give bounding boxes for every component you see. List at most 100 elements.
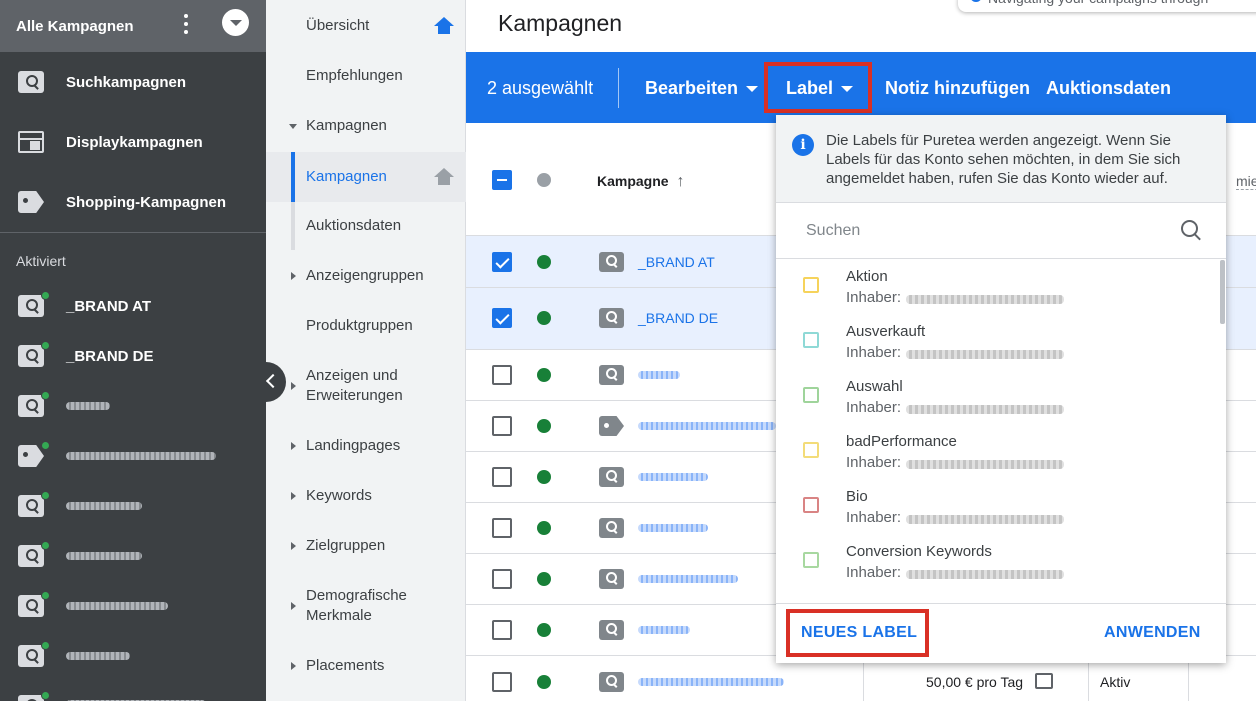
- nav-item-auction-insights[interactable]: Auktionsdaten: [266, 202, 466, 250]
- sidebar-campaign-redacted[interactable]: [0, 636, 266, 676]
- add-note-button[interactable]: Notiz hinzufügen: [885, 78, 1030, 99]
- redacted-text: [638, 575, 738, 583]
- campaign-sidebar: Alle Kampagnen Suchkampagnen Displaykamp…: [0, 0, 266, 701]
- label-checkbox[interactable]: [803, 332, 819, 348]
- label-checkbox[interactable]: [803, 277, 819, 293]
- nav-item-ad-groups[interactable]: Anzeigengruppen: [266, 266, 466, 286]
- status-enabled-dot: [41, 391, 50, 400]
- display-icon: [18, 131, 44, 153]
- sidebar-item-display-campaigns[interactable]: Displaykampagnen: [0, 122, 266, 162]
- nav-item-recommendations[interactable]: Empfehlungen: [266, 66, 466, 86]
- label-option-aktion[interactable]: Aktion Inhaber:: [776, 260, 1216, 315]
- redacted-text: [906, 570, 1064, 579]
- caret-down-icon: [746, 86, 759, 93]
- row-checkbox[interactable]: [492, 365, 512, 385]
- auction-insights-button[interactable]: Auktionsdaten: [1046, 78, 1171, 99]
- edit-button[interactable]: Bearbeiten: [645, 78, 759, 99]
- sidebar-campaign-redacted[interactable]: [0, 686, 266, 701]
- label-checkbox[interactable]: [803, 552, 819, 568]
- nav-item-overview[interactable]: Übersicht: [266, 16, 466, 36]
- status-enabled-dot: [41, 291, 50, 300]
- expand-right-icon: [291, 662, 296, 670]
- label-list-scrollbar[interactable]: [1220, 260, 1225, 324]
- sidebar-campaign-redacted[interactable]: [0, 386, 266, 426]
- label-option-ausverkauft[interactable]: Ausverkauft Inhaber:: [776, 315, 1216, 370]
- nav-item-label: Placements: [306, 657, 385, 674]
- nav-item-campaigns-group[interactable]: Kampagnen: [266, 116, 466, 136]
- sort-arrow-up-icon: ↑: [676, 173, 685, 190]
- tag-icon: [599, 416, 624, 436]
- expand-down-icon: [289, 124, 297, 129]
- label-option-badperformance[interactable]: badPerformance Inhaber:: [776, 425, 1216, 480]
- label-option-auswahl[interactable]: Auswahl Inhaber:: [776, 370, 1216, 425]
- redacted-text: [66, 552, 142, 560]
- home-icon[interactable]: [434, 168, 454, 186]
- column-header-campaign[interactable]: Kampagne ↑: [597, 173, 684, 191]
- guide-toast[interactable]: Navigating your campaigns through: [958, 0, 1256, 12]
- nav-item-label: Empfehlungen: [306, 67, 403, 84]
- budget-chart-icon[interactable]: [1035, 673, 1053, 689]
- label-search-input[interactable]: [806, 219, 1166, 243]
- campaign-link[interactable]: _BRAND AT: [638, 254, 715, 270]
- sidebar-item-search-campaigns[interactable]: Suchkampagnen: [0, 62, 266, 102]
- row-checkbox[interactable]: [492, 620, 512, 640]
- redacted-text: [638, 678, 784, 686]
- sidebar-item-shopping-campaigns[interactable]: Shopping-Kampagnen: [0, 182, 266, 222]
- search-icon: [599, 365, 624, 385]
- label-owner: Inhaber:: [846, 399, 902, 416]
- sidebar-campaign-brand-at[interactable]: _BRAND AT: [0, 286, 266, 326]
- sidebar-campaign-brand-de[interactable]: _BRAND DE: [0, 336, 266, 376]
- select-all-checkbox[interactable]: [492, 170, 512, 190]
- label-option-conversion-keywords[interactable]: Conversion Keywords Inhaber:: [776, 535, 1216, 590]
- label-checkbox[interactable]: [803, 497, 819, 513]
- label-checkbox[interactable]: [803, 387, 819, 403]
- row-checkbox[interactable]: [492, 518, 512, 538]
- nav-item-product-groups[interactable]: Produktgruppen: [266, 316, 466, 336]
- label-checkbox[interactable]: [803, 442, 819, 458]
- campaign-link[interactable]: _BRAND DE: [638, 310, 718, 326]
- status-column-icon: [537, 173, 551, 187]
- status-enabled-dot: [41, 341, 50, 350]
- redacted-text: [638, 524, 708, 532]
- redacted-text: [906, 405, 1064, 414]
- status-enabled-dot: [41, 591, 50, 600]
- highlight-box: [764, 62, 872, 113]
- more-vert-icon[interactable]: [180, 12, 192, 36]
- label-name: Ausverkauft: [846, 323, 926, 340]
- expand-right-icon: [291, 442, 296, 450]
- redacted-text: [638, 473, 708, 481]
- search-icon: [18, 495, 44, 517]
- row-checkbox[interactable]: [492, 569, 512, 589]
- row-checkbox[interactable]: [492, 467, 512, 487]
- nav-item-demographics[interactable]: Demografische Merkmale: [266, 586, 466, 626]
- search-icon[interactable]: [1180, 219, 1204, 243]
- nav-item-ads-extensions[interactable]: Anzeigen und Erweiterungen: [266, 366, 466, 406]
- row-checkbox[interactable]: [492, 416, 512, 436]
- sidebar-campaign-redacted[interactable]: [0, 486, 266, 526]
- label-option-bio[interactable]: Bio Inhaber:: [776, 480, 1216, 535]
- column-header-truncated[interactable]: mier: [1236, 173, 1256, 190]
- label-name: Aktion: [846, 268, 888, 285]
- nav-item-placements[interactable]: Placements: [266, 656, 466, 676]
- status-enabled-dot: [537, 521, 551, 535]
- row-checkbox[interactable]: [492, 252, 512, 272]
- label-search: [776, 203, 1226, 259]
- row-checkbox[interactable]: [492, 308, 512, 328]
- nav-item-landing-pages[interactable]: Landingpages: [266, 436, 466, 456]
- dropdown-circle-icon[interactable]: [222, 9, 249, 36]
- sidebar-campaign-redacted[interactable]: [0, 536, 266, 576]
- nav-item-campaigns[interactable]: Kampagnen: [266, 152, 466, 202]
- nav-item-label: Landingpages: [306, 437, 401, 454]
- search-icon: [599, 252, 624, 272]
- nav-item-keywords[interactable]: Keywords: [266, 486, 466, 506]
- account-switcher[interactable]: Alle Kampagnen: [0, 0, 266, 52]
- row-checkbox[interactable]: [492, 672, 512, 692]
- search-icon: [18, 295, 44, 317]
- nav-item-audiences[interactable]: Zielgruppen: [266, 536, 466, 556]
- apply-button[interactable]: ANWENDEN: [1104, 624, 1201, 642]
- sidebar-campaign-redacted[interactable]: [0, 586, 266, 626]
- sidebar-campaign-redacted[interactable]: [0, 436, 266, 476]
- status-cell: Aktiv: [1100, 674, 1131, 690]
- sidebar-item-label: _BRAND DE: [66, 347, 154, 365]
- status-enabled-dot: [537, 419, 551, 433]
